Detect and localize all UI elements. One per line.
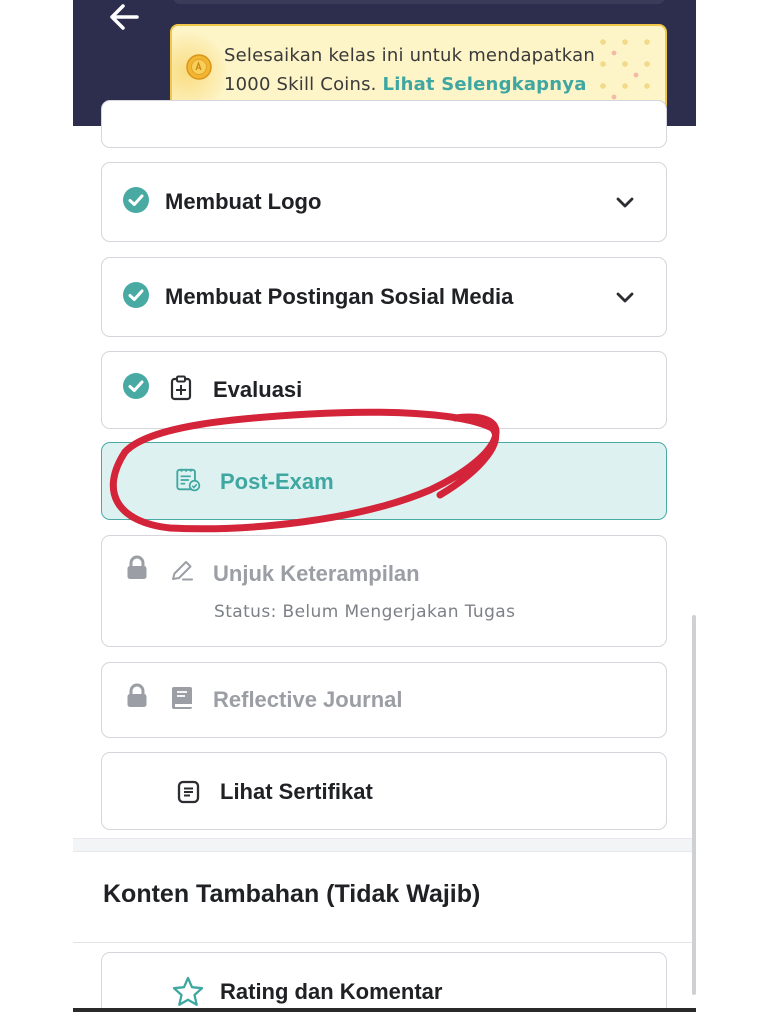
certificate-icon	[177, 780, 200, 804]
module-title: Unjuk Keterampilan	[213, 561, 420, 586]
chevron-down-icon[interactable]	[614, 191, 636, 213]
previous-module-card	[101, 100, 667, 148]
banner-text: Selesaikan kelas ini untuk mendapatkan 1…	[224, 41, 634, 99]
check-circle-icon	[123, 187, 149, 213]
section-title: Konten Tambahan (Tidak Wajib)	[103, 880, 481, 908]
scrollbar[interactable]	[692, 615, 696, 995]
exam-checklist-icon	[176, 468, 201, 492]
bottom-edge	[73, 1008, 696, 1012]
module-membuat-postingan[interactable]: Membuat Postingan Sosial Media	[101, 257, 667, 337]
module-title: Reflective Journal	[213, 687, 403, 712]
banner-text-line2: 1000 Skill Coins.	[224, 74, 377, 95]
section-divider-line	[73, 942, 696, 943]
pencil-icon	[172, 561, 193, 581]
lock-icon	[127, 683, 147, 707]
module-reflective-journal[interactable]: Reflective Journal	[101, 662, 667, 738]
banner-text-line1: Selesaikan kelas ini untuk mendapatkan	[224, 45, 595, 66]
module-post-exam[interactable]: Post-Exam	[101, 442, 667, 520]
check-circle-icon	[123, 373, 149, 399]
see-more-link[interactable]: Lihat Selengkapnya	[383, 74, 587, 95]
rating-comment-item[interactable]: Rating dan Komentar	[101, 952, 667, 1012]
module-status-text: Status: Belum Mengerjakan Tugas	[214, 602, 516, 622]
lock-icon	[127, 555, 147, 579]
skill-coins-banner: Selesaikan kelas ini untuk mendapatkan 1…	[170, 24, 667, 112]
section-divider	[73, 838, 696, 852]
module-lihat-sertifikat[interactable]: Lihat Sertifikat	[101, 752, 667, 830]
star-icon	[172, 976, 204, 1006]
coin-icon	[186, 54, 212, 80]
clipboard-icon	[170, 375, 192, 401]
module-membuat-logo[interactable]: Membuat Logo	[101, 162, 667, 242]
chevron-down-icon[interactable]	[614, 286, 636, 308]
module-title: Post-Exam	[220, 469, 334, 494]
module-title: Membuat Logo	[165, 189, 322, 214]
module-title: Membuat Postingan Sosial Media	[165, 284, 514, 309]
search-bar-edge	[173, 0, 665, 4]
module-evaluasi[interactable]: Evaluasi	[101, 351, 667, 429]
module-unjuk-keterampilan[interactable]: Unjuk Keterampilan Status: Belum Mengerj…	[101, 535, 667, 647]
check-circle-icon	[123, 282, 149, 308]
decorative-dots	[600, 39, 650, 100]
module-title: Lihat Sertifikat	[220, 779, 373, 804]
item-title: Rating dan Komentar	[220, 979, 443, 1004]
arrow-left-icon[interactable]	[107, 0, 141, 34]
journal-book-icon	[172, 687, 192, 709]
app-screen: Selesaikan kelas ini untuk mendapatkan 1…	[73, 0, 696, 1012]
module-title: Evaluasi	[213, 377, 303, 402]
